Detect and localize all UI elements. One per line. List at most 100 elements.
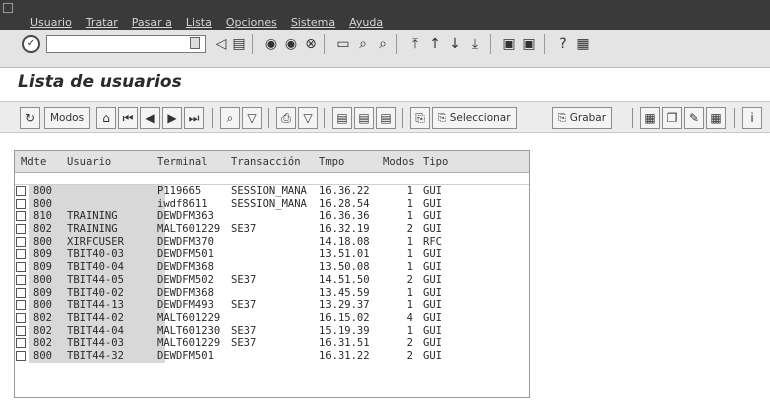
cell-tmpo: 16.36.22 [319, 185, 370, 197]
row-checkbox[interactable] [16, 312, 26, 323]
row-checkbox[interactable] [16, 274, 26, 285]
table-row[interactable]: 800 TBIT44-32 DEWDFM501 16.31.22 2 GUI [15, 349, 529, 363]
print-icon[interactable]: ▭ [334, 35, 352, 53]
modos-button[interactable]: Modos [44, 107, 91, 129]
sort-filter-icon[interactable]: ▽ [298, 107, 318, 129]
save-layout-icon[interactable]: ▤ [376, 107, 396, 129]
header-mdte[interactable]: Mdte [21, 156, 46, 168]
previous-page-icon[interactable]: ↑ [426, 35, 444, 53]
row-checkbox[interactable] [16, 211, 26, 222]
header-usuario[interactable]: Usuario [67, 156, 111, 168]
select-icon: ⎘ [438, 112, 450, 124]
copy-icon[interactable]: ❐ [662, 107, 682, 129]
user-icon[interactable]: ⌂ [96, 107, 116, 129]
enter-check-icon[interactable]: ✓ [22, 35, 40, 53]
shortcut-icon[interactable]: ▣ [520, 35, 538, 53]
row-checkbox[interactable] [16, 186, 26, 196]
row-checkbox[interactable] [16, 198, 26, 209]
cell-tipo: GUI [423, 324, 442, 337]
header-transaccion[interactable]: Transacción [231, 156, 301, 168]
row-checkbox[interactable] [16, 325, 26, 336]
table-row[interactable]: 800 TBIT44-05 DEWDFM502 SE37 14.51.50 2 GUI [15, 273, 529, 287]
edit-icon[interactable]: ✎ [684, 107, 704, 129]
grabar-button[interactable]: ⎘ Grabar [552, 107, 613, 129]
cell-tipo: GUI [423, 273, 442, 286]
print-list-icon[interactable]: ⎙ [276, 107, 296, 129]
last-page-icon[interactable]: ⤓ [466, 35, 484, 53]
layout-menu-icon[interactable]: ▦ [574, 35, 592, 53]
info-icon[interactable]: i [742, 107, 762, 129]
menu-sistema[interactable]: Sistema [291, 16, 335, 29]
cell-modos: 1 [406, 197, 413, 210]
new-session-icon[interactable]: ▣ [500, 35, 518, 53]
table-row[interactable]: 809 TBIT40-04 DEWDFM368 13.50.08 1 GUI [15, 261, 529, 274]
details-icon[interactable]: ▦ [640, 107, 660, 129]
row-checkbox[interactable] [16, 350, 26, 361]
menu-pasar-a[interactable]: Pasar a [132, 16, 172, 29]
search-icon[interactable]: ⌕ [220, 107, 240, 129]
record-icon: ⎘ [558, 112, 570, 124]
back-green-icon[interactable]: ◉ [262, 35, 280, 53]
cell-terminal: DEWDFM501 [157, 349, 214, 362]
next-entry-icon[interactable]: ▶ [162, 107, 182, 129]
help-icon[interactable]: ? [554, 35, 572, 53]
back-arrow-icon[interactable]: ◁ [212, 35, 230, 53]
table-row[interactable]: 809 TBIT40-03 DEWDFM501 13.51.01 1 GUI [15, 248, 529, 262]
header-terminal[interactable]: Terminal [157, 156, 208, 168]
table-row[interactable]: 809 TBIT40-02 DEWDFM368 13.45.59 1 GUI [15, 286, 529, 300]
exit-icon[interactable]: ◉ [282, 35, 300, 53]
menu-tratar[interactable]: Tratar [86, 16, 118, 29]
refresh-icon[interactable]: ↻ [20, 107, 40, 129]
grabar-label: Grabar [569, 112, 607, 124]
row-checkbox[interactable] [16, 224, 26, 235]
system-menu-icon[interactable] [3, 3, 13, 13]
next-page-icon[interactable]: ↓ [446, 35, 464, 53]
cell-terminal: MALT601229 [157, 311, 221, 324]
cell-tipo: GUI [423, 185, 442, 197]
header-tipo[interactable]: Tipo [423, 156, 448, 168]
row-checkbox[interactable] [16, 262, 26, 273]
row-checkbox[interactable] [16, 249, 26, 260]
export-icon[interactable]: ▤ [332, 107, 352, 129]
table-row[interactable]: 802 TRAINING MALT601229 SE37 16.32.19 2 GUI [15, 223, 529, 236]
menu-opciones[interactable]: Opciones [226, 16, 277, 29]
row-checkbox[interactable] [16, 236, 26, 247]
header-tmpo[interactable]: Tmpo [319, 156, 344, 168]
save-icon[interactable]: ▤ [230, 35, 248, 53]
table-row[interactable]: 802 TBIT44-02 MALT601229 16.15.02 4 GUI [15, 311, 529, 325]
grid-icon[interactable]: ▦ [706, 107, 726, 129]
filter-icon[interactable]: ▽ [242, 107, 262, 129]
last-entry-icon[interactable]: ⏭ [184, 107, 204, 129]
cell-mdte: 800 [33, 299, 52, 312]
first-entry-icon[interactable]: ⏮ [118, 107, 138, 129]
table-row[interactable]: 802 TBIT44-04 MALT601230 SE37 15.19.39 1 GUI [15, 324, 529, 338]
cell-terminal: iwdf8611 [157, 197, 208, 210]
command-history-icon[interactable] [190, 37, 200, 49]
row-checkbox[interactable] [16, 338, 26, 349]
command-field[interactable] [46, 35, 206, 53]
cell-tipo: RFC [423, 235, 442, 248]
menu-usuario[interactable]: Usuario [30, 16, 72, 29]
cell-usuario: TBIT44-04 [67, 324, 124, 337]
row-checkbox[interactable] [16, 300, 26, 311]
table-row[interactable]: 800 iwdf8611 SESSION_MANA 16.28.54 1 GUI [15, 197, 529, 211]
cell-modos: 1 [406, 324, 413, 337]
cell-mdte: 800 [33, 349, 52, 362]
menu-lista[interactable]: Lista [186, 16, 212, 29]
previous-entry-icon[interactable]: ◀ [140, 107, 160, 129]
table-row[interactable]: 800 TBIT44-13 DEWDFM493 SE37 13.29.37 1 GUI [15, 299, 529, 312]
header-modos[interactable]: Modos [383, 156, 415, 168]
row-checkbox[interactable] [16, 287, 26, 298]
choose-icon[interactable]: ⎘ [410, 107, 430, 129]
menu-ayuda[interactable]: Ayuda [349, 16, 383, 29]
table-row[interactable]: 800 XIRFCUSER DEWDFM370 14.18.08 1 RFC [15, 235, 529, 249]
cancel-icon[interactable]: ⊗ [302, 35, 320, 53]
first-page-icon[interactable]: ⤒ [406, 35, 424, 53]
select-layout-icon[interactable]: ▤ [354, 107, 374, 129]
seleccionar-button[interactable]: ⎘ Seleccionar [432, 107, 517, 129]
table-row[interactable]: 800 P119665 SESSION_MANA 16.36.22 1 GUI [15, 185, 529, 198]
table-row[interactable]: 810 TRAINING DEWDFM363 16.36.36 1 GUI [15, 210, 529, 224]
table-row[interactable]: 802 TBIT44-03 MALT601229 SE37 16.31.51 2 GUI [15, 337, 529, 350]
find-icon[interactable]: ⌕ [354, 35, 372, 53]
find-next-icon[interactable]: ⌕ [374, 35, 392, 53]
